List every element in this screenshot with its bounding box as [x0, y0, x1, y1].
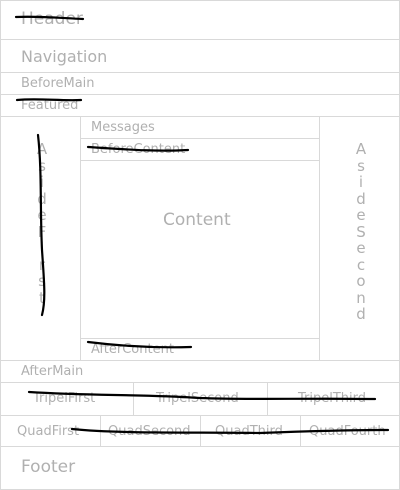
featured-region: Featured — [0, 94, 400, 117]
tripel-second-region: TripelSecond — [133, 382, 268, 416]
quad-fourth-region: QuadFourth — [300, 415, 400, 447]
vertical-letter: s — [38, 156, 46, 175]
vertical-letter: d — [37, 189, 47, 208]
before-main-label: BeforeMain — [21, 76, 95, 91]
quad-second-region: QuadSecond — [100, 415, 201, 447]
vertical-letter: s — [357, 156, 365, 175]
navigation-region: Navigation — [0, 39, 400, 73]
quad-first-region: QuadFirst — [0, 415, 101, 447]
vertical-letter: d — [356, 189, 366, 208]
quad-fourth-label: QuadFourth — [309, 424, 386, 439]
header-label: Header — [21, 9, 83, 29]
vertical-letter: i — [39, 173, 45, 191]
footer-label: Footer — [21, 457, 76, 477]
messages-region: Messages — [80, 116, 320, 139]
before-main-region: BeforeMain — [0, 72, 400, 95]
content-region: Content — [80, 160, 320, 339]
vertical-letter: c — [356, 255, 366, 274]
quad-third-label: QuadThird — [215, 424, 283, 439]
quad-third-region: QuadThird — [200, 415, 301, 447]
vertical-letter: s — [38, 272, 46, 290]
vertical-letter: e — [356, 206, 366, 224]
content-label: Content — [163, 210, 231, 230]
vertical-letter: e — [37, 206, 47, 224]
vertical-letter: i — [358, 173, 364, 191]
vertical-letter: A — [355, 140, 367, 158]
vertical-letter: o — [356, 272, 366, 290]
tripel-third-region: TripelThird — [267, 382, 400, 416]
after-content-label: AfterContent — [91, 342, 174, 357]
vertical-letter: e — [356, 239, 366, 257]
tripel-first-region: TripelFirst — [0, 382, 134, 416]
after-main-label: AfterMain — [21, 364, 84, 379]
aside-first-region: AsideFirst — [0, 116, 81, 361]
quad-second-label: QuadSecond — [108, 424, 191, 439]
footer-region: Footer — [0, 446, 400, 490]
aside-second-label: AsideSecond — [351, 141, 371, 323]
after-main-region: AfterMain — [0, 360, 400, 383]
messages-label: Messages — [91, 120, 155, 135]
after-content-region: AfterContent — [80, 338, 320, 361]
layout-diagram: Header Navigation BeforeMain Featured As… — [0, 0, 400, 490]
aside-second-region: AsideSecond — [319, 116, 400, 361]
tripel-third-label: TripelThird — [298, 391, 367, 406]
aside-first-label: AsideFirst — [32, 141, 52, 306]
header-region: Header — [0, 0, 400, 40]
tripel-first-label: TripelFirst — [33, 391, 96, 406]
before-content-label: BeforeContent — [91, 142, 186, 157]
navigation-label: Navigation — [21, 47, 108, 66]
before-content-region: BeforeContent — [80, 138, 320, 161]
tripel-second-label: TripelSecond — [156, 391, 239, 406]
vertical-letter: i — [39, 239, 45, 257]
vertical-letter: S — [356, 222, 366, 241]
vertical-letter: n — [356, 288, 366, 307]
vertical-letter: r — [38, 255, 46, 274]
vertical-letter: d — [356, 305, 366, 323]
featured-label: Featured — [21, 98, 79, 113]
vertical-letter: A — [36, 140, 48, 158]
vertical-letter: F — [37, 222, 47, 241]
vertical-letter: t — [39, 288, 45, 307]
quad-first-label: QuadFirst — [17, 424, 80, 439]
